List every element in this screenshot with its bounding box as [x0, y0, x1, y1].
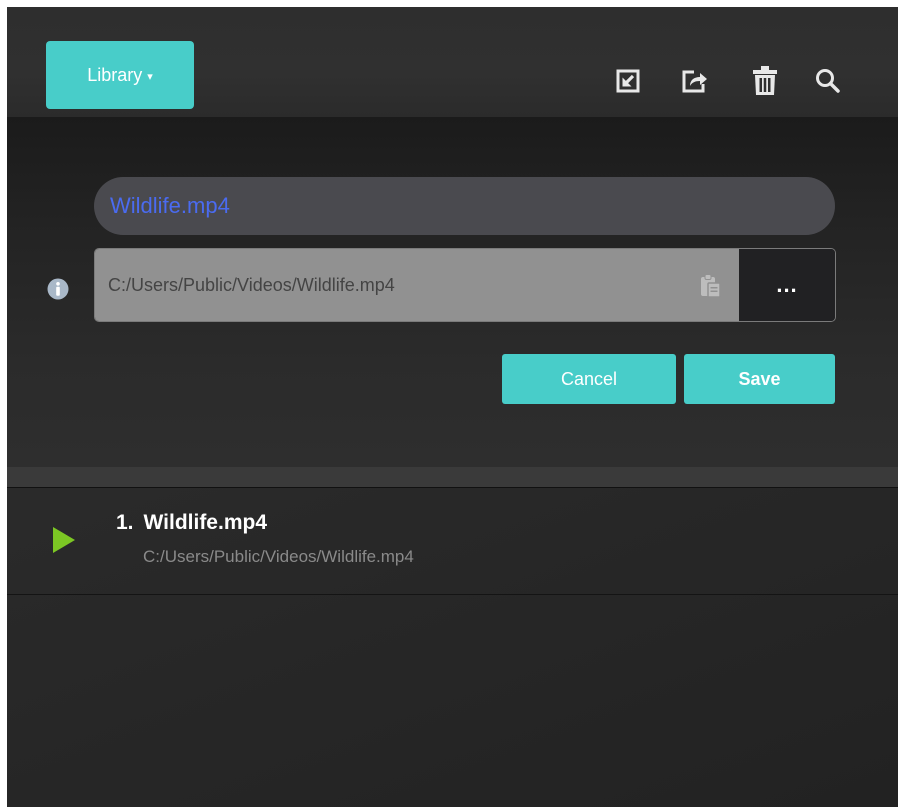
library-header: Library ▾ [7, 7, 898, 117]
export-icon[interactable] [677, 63, 713, 99]
name-input[interactable] [94, 177, 835, 235]
edit-item-panel: ... Cancel Save [7, 117, 898, 467]
browse-button[interactable]: ... [739, 249, 835, 321]
search-icon[interactable] [810, 63, 846, 99]
path-input[interactable] [95, 249, 739, 321]
cancel-button[interactable]: Cancel [502, 354, 676, 404]
library-dropdown-button[interactable]: Library ▾ [46, 41, 194, 109]
trash-icon[interactable] [747, 63, 783, 99]
item-title: 1. Wildlife.mp4 [116, 511, 267, 535]
playlist: 1. Wildlife.mp4 C:/Users/Public/Videos/Wi… [7, 488, 898, 595]
item-title-text: Wildlife.mp4 [143, 511, 268, 534]
item-path: C:/Users/Public/Videos/Wildlife.mp4 [143, 547, 414, 566]
import-icon[interactable] [610, 63, 646, 99]
item-number: 1. [116, 511, 134, 534]
list-item[interactable]: 1. Wildlife.mp4 C:/Users/Public/Videos/Wi… [7, 488, 898, 595]
panel-divider [7, 467, 898, 488]
library-button-label: Library [87, 64, 143, 85]
info-icon [47, 278, 69, 300]
save-button[interactable]: Save [684, 354, 835, 404]
chevron-down-icon: ▾ [147, 71, 153, 83]
clipboard-paste-icon[interactable] [698, 273, 724, 299]
media-library-panel: Library ▾ Wildlife.mp4 C:/Users/Public/V… [7, 7, 898, 807]
path-field: ... [94, 248, 836, 322]
play-icon[interactable] [51, 525, 77, 555]
